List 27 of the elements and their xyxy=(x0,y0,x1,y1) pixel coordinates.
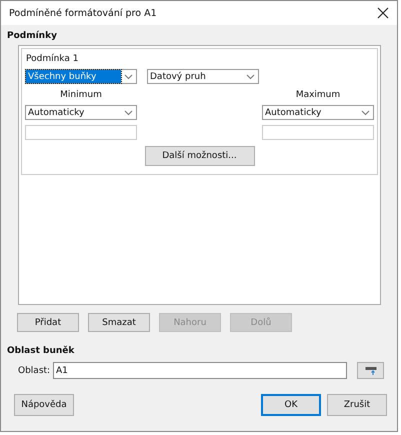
list-button[interactable]: Smazat xyxy=(88,313,150,332)
range-label: Oblast: xyxy=(18,366,52,376)
minimum-label: Minimum xyxy=(60,90,102,100)
minimum-input-field[interactable] xyxy=(25,125,137,140)
shrink-button[interactable] xyxy=(357,362,384,379)
list-button[interactable]: Přidat xyxy=(17,313,79,332)
section-heading: Podmínky xyxy=(7,31,58,41)
help-button[interactable]: Nápověda xyxy=(14,394,74,416)
caret-icon xyxy=(124,110,133,116)
minimum-dropdown[interactable]: Automaticky xyxy=(25,105,137,120)
range-input-field[interactable]: A1 xyxy=(53,362,347,379)
caret-icon xyxy=(124,74,133,80)
condition-type-dropdown[interactable]: Všechny buňky xyxy=(25,69,137,84)
caret-icon xyxy=(361,110,370,116)
maximum-input-field[interactable] xyxy=(262,125,374,140)
window-title: Podmíněné formátování pro A1 xyxy=(9,8,157,18)
dialog-button[interactable]: OK xyxy=(261,394,321,416)
condition-label: Podmínka 1 xyxy=(26,54,80,64)
dialog-button[interactable]: Zrušit xyxy=(327,394,387,416)
caret-icon xyxy=(246,74,255,80)
shrink-icon xyxy=(364,366,376,376)
maximum-label: Maximum xyxy=(296,90,340,100)
maximum-dropdown[interactable]: Automaticky xyxy=(262,105,374,120)
style-dropdown[interactable]: Datový pruh xyxy=(147,69,259,84)
section-heading: Oblast buněk xyxy=(7,346,76,356)
more-options-button[interactable]: Další možnosti... xyxy=(144,146,254,166)
close-icon[interactable] xyxy=(377,7,389,19)
